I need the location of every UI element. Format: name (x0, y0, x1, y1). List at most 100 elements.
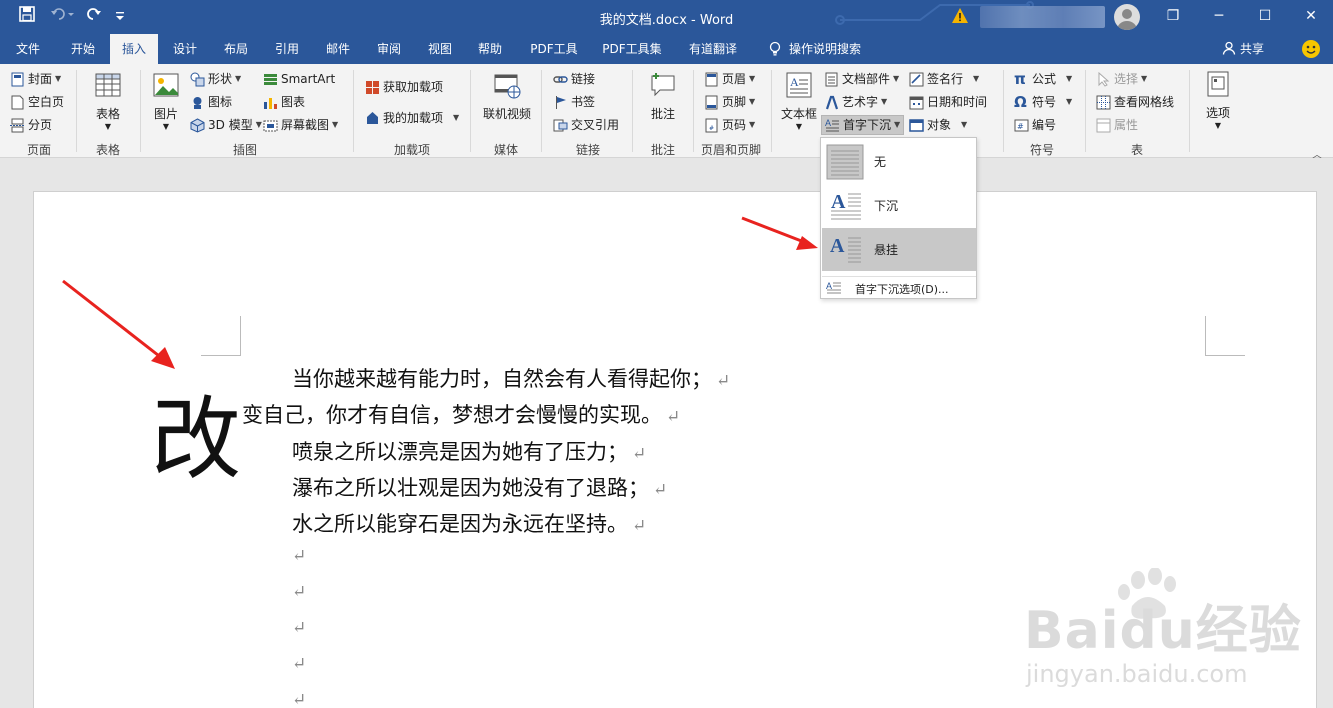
tab-pdf-toolset[interactable]: PDF工具集 (595, 34, 669, 64)
equation-button[interactable]: π 公式 ▼ (1014, 69, 1072, 89)
tab-references[interactable]: 引用 (264, 34, 310, 64)
empty-paragraph-mark[interactable]: ↵ (292, 618, 306, 638)
drop-cap-options-item[interactable]: A 首字下沉选项(D)... (822, 276, 976, 298)
online-video-icon (494, 74, 521, 99)
ribbon-display-options-button[interactable]: ❐ (1160, 4, 1186, 28)
separator (1085, 70, 1086, 152)
cross-reference-label: 交叉引用 (571, 118, 620, 132)
tell-me-search[interactable]: 操作说明搜索 (762, 34, 868, 64)
table-button[interactable]: 表格 ▼ (86, 70, 130, 131)
numbering-button[interactable]: # 编号 (1014, 115, 1056, 135)
screenshot-button[interactable]: 屏幕截图 ▼ (263, 115, 338, 135)
3d-models-button[interactable]: 3D 模型 ▼ (190, 115, 262, 135)
svg-text:A: A (831, 191, 846, 213)
chevron-down-icon: ▼ (235, 74, 242, 83)
chevron-down-icon: ▼ (453, 113, 460, 122)
tab-design[interactable]: 设计 (162, 34, 208, 64)
new-comment-button[interactable]: 批注 (641, 70, 685, 122)
empty-paragraph-mark[interactable]: ↵ (292, 690, 306, 708)
text-line[interactable]: 变自己，你才有自信，梦想才会慢慢的实现。 ↵ (242, 399, 680, 429)
footer-label: 页脚 (722, 95, 747, 109)
tab-file[interactable]: 文件 (5, 34, 51, 64)
date-time-button[interactable]: 日期和时间 (909, 92, 987, 112)
header-button[interactable]: 页眉 ▼ (704, 69, 755, 89)
footer-button[interactable]: 页脚 ▼ (704, 92, 755, 112)
empty-paragraph-mark[interactable]: ↵ (292, 582, 306, 602)
drop-cap-dropped-option[interactable]: A 下沉 (822, 184, 976, 227)
tab-youdao-translate[interactable]: 有道翻译 (680, 34, 746, 64)
picture-icon (153, 73, 179, 97)
page-number-button[interactable]: # 页码 ▼ (704, 115, 755, 135)
tab-mailings[interactable]: 邮件 (315, 34, 361, 64)
signature-line-button[interactable]: 签名行 ▼ (909, 69, 979, 89)
view-gridlines-button[interactable]: 查看网格线 (1096, 92, 1174, 112)
chart-button[interactable]: 图表 (263, 92, 305, 112)
icons-button[interactable]: 图标 (190, 92, 232, 112)
drop-cap-button[interactable]: A 首字下沉 ▼ (821, 115, 905, 135)
object-button[interactable]: 对象 ▼ (909, 115, 967, 135)
bookmark-label: 书签 (571, 95, 596, 109)
minimize-button[interactable]: ─ (1206, 4, 1232, 28)
addins-icon (367, 111, 378, 124)
my-addins-button[interactable]: 我的加载项 ▼ (365, 108, 459, 128)
tab-help[interactable]: 帮助 (467, 34, 513, 64)
online-video-button[interactable]: 联机视频 (478, 70, 536, 122)
shapes-button[interactable]: 形状 ▼ (190, 69, 241, 89)
text-line[interactable]: 水之所以能穿石是因为永远在坚持。 ↵ (292, 508, 646, 538)
drop-cap-character[interactable]: 改 (151, 390, 241, 490)
shapes-icon (190, 72, 205, 86)
maximize-button[interactable]: ☐ (1252, 4, 1278, 28)
select-button[interactable]: 选择 ▼ (1096, 69, 1147, 89)
account-name[interactable] (980, 6, 1105, 28)
screenshot-icon (263, 120, 278, 131)
quick-parts-button[interactable]: 文档部件 ▼ (824, 69, 899, 89)
wordart-button[interactable]: 艺术字 ▼ (824, 92, 887, 112)
get-addins-button[interactable]: 获取加载项 (365, 77, 443, 97)
chevron-down-icon: ▼ (1066, 74, 1073, 83)
text-box-button[interactable]: A 文本框 ▼ (778, 70, 820, 131)
cross-reference-button[interactable]: 交叉引用 (553, 115, 619, 135)
cover-page-label: 封面 (28, 72, 53, 86)
avatar[interactable] (1114, 4, 1140, 30)
picture-button[interactable]: 图片 ▼ (148, 70, 184, 131)
tab-review[interactable]: 审阅 (366, 34, 412, 64)
separator (1003, 70, 1004, 152)
cover-page-button[interactable]: 封面 ▼ (10, 69, 61, 89)
tab-pdf-tools[interactable]: PDF工具 (522, 34, 586, 64)
smartart-button[interactable]: SmartArt (263, 69, 335, 89)
chevron-down-icon: ▼ (1214, 121, 1222, 130)
blank-page-button[interactable]: 空白页 (10, 92, 64, 112)
warning-icon[interactable] (951, 7, 969, 25)
drop-cap-options-icon: A (826, 281, 841, 294)
drop-cap-in-margin-option[interactable]: A 悬挂 (822, 228, 976, 271)
share-button[interactable]: 共享 (1222, 34, 1264, 64)
symbol-button[interactable]: Ω 符号 ▼ (1014, 92, 1072, 112)
page-break-button[interactable]: 分页 (10, 115, 52, 135)
chart-label: 图表 (281, 95, 306, 109)
bookmark-button[interactable]: 书签 (553, 92, 595, 112)
chevron-down-icon: ▼ (255, 120, 262, 129)
text-line[interactable]: 当你越来越有能力时，自然会有人看得起你； ↵ (292, 363, 730, 393)
drop-cap-in-margin-label: 悬挂 (874, 243, 899, 257)
empty-paragraph-mark[interactable]: ↵ (292, 654, 306, 674)
line-text: 变自己，你才有自信，梦想才会慢慢的实现。 (242, 403, 662, 427)
properties-button[interactable]: 属性 (1096, 115, 1138, 135)
empty-paragraph-mark[interactable]: ↵ (292, 546, 306, 566)
bookmark-icon (556, 95, 566, 109)
omega-icon: Ω (1014, 92, 1027, 111)
person-icon (1222, 41, 1236, 55)
options-button[interactable]: 选项 ▼ (1198, 69, 1238, 130)
tab-layout[interactable]: 布局 (213, 34, 259, 64)
tab-view[interactable]: 视图 (417, 34, 463, 64)
text-line[interactable]: 瀑布之所以壮观是因为她没有了退路； ↵ (292, 472, 667, 502)
text-line[interactable]: 喷泉之所以漂亮是因为她有了压力； ↵ (292, 436, 646, 466)
chevron-down-icon: ▼ (162, 122, 170, 131)
tab-insert[interactable]: 插入 (110, 34, 158, 64)
drop-cap-none-option[interactable]: 无 (822, 140, 976, 183)
cover-page-icon (11, 72, 24, 86)
tab-home[interactable]: 开始 (59, 34, 107, 64)
baidu-watermark: Baidu经验 jingyan.baidu.com (1020, 567, 1320, 703)
close-button[interactable]: ✕ (1298, 4, 1324, 28)
link-button[interactable]: 链接 (553, 69, 595, 89)
feedback-smiley-icon[interactable] (1302, 40, 1320, 58)
